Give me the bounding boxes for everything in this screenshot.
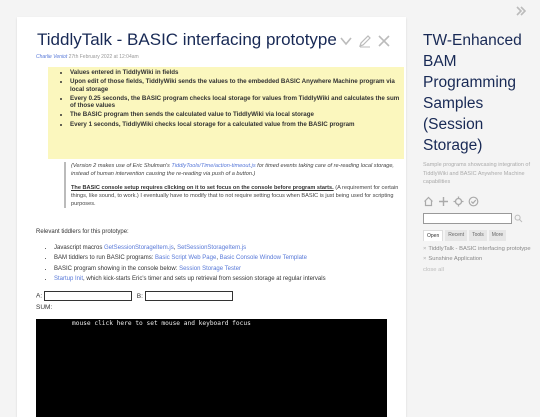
field-a-label: A:	[36, 292, 43, 300]
field-b-label: B:	[136, 292, 143, 300]
action-timeout-link[interactable]: TiddlyTools/Time/action-timeout.js	[171, 163, 255, 169]
tab-recent[interactable]: Recent	[445, 229, 468, 241]
get-session-storage-link[interactable]: GetSessionStorageItem.js	[104, 245, 174, 251]
tiddler-subtitle: Charlie Veniot 27th February 2022 at 12:…	[36, 54, 139, 60]
close-all-button[interactable]: close all	[423, 267, 533, 273]
tab-open[interactable]: Open	[423, 229, 444, 241]
startup-init-link[interactable]: Startup Init	[54, 276, 83, 282]
plus-icon[interactable]	[438, 196, 449, 207]
close-icon[interactable]	[377, 34, 391, 48]
basic-script-web-page-link[interactable]: Basic Script Web Page	[155, 255, 216, 261]
note-blockquote: (Version 2 makes use of Eric Shulman's T…	[64, 162, 406, 208]
home-icon[interactable]	[423, 196, 434, 207]
tab-tools[interactable]: Tools	[469, 229, 487, 241]
highlight-list: Values entered in TiddlyWiki in fields U…	[48, 67, 404, 128]
list-item: BAM tiddlers to run BASIC programs: Basi…	[54, 253, 326, 263]
close-icon[interactable]: ×	[423, 256, 426, 262]
tiddler-story: TiddlyTalk - BASIC interfacing prototype…	[17, 17, 406, 417]
set-session-storage-link[interactable]: SetSessionStorageItem.js	[177, 245, 246, 251]
field-a-input[interactable]	[43, 291, 132, 301]
value-fields: A: B:	[36, 291, 233, 301]
search-input[interactable]	[423, 212, 512, 224]
field-b-input[interactable]	[144, 291, 233, 301]
console-focus-prompt: mouse click here to set mouse and keyboa…	[72, 320, 251, 327]
tab-more[interactable]: More	[488, 229, 507, 241]
sidebar-tabs: Open Recent Tools More	[423, 229, 533, 241]
search-bar	[423, 212, 533, 224]
highlight-item: Upon edit of those fields, TiddlyWiki se…	[70, 78, 404, 93]
site-title: TW-Enhanced BAM Programming Samples (Ses…	[423, 32, 522, 154]
sidebar: TW-Enhanced BAM Programming Samples (Ses…	[423, 30, 533, 273]
tiddler-toolbar	[339, 34, 391, 48]
chevron-down-icon[interactable]	[339, 34, 353, 48]
close-icon[interactable]: ×	[423, 246, 426, 252]
sum-label: SUM:	[36, 304, 53, 311]
console-setup-note: The BASIC console setup requires clickin…	[71, 185, 399, 207]
version-note: (Version 2 makes use of Eric Shulman's T…	[71, 163, 394, 177]
highlight-item: Every 0.25 seconds, the BASIC program ch…	[70, 95, 404, 110]
basic-console-template-link[interactable]: Basic Console Window Template	[220, 255, 307, 261]
basic-console[interactable]: mouse click here to set mouse and keyboa…	[36, 319, 387, 417]
highlight-item: Every 1 seconds, TiddlyWiki checks local…	[70, 121, 404, 129]
gear-icon[interactable]	[453, 196, 464, 207]
relevant-list: Javascript macros GetSessionStorageItem.…	[38, 243, 326, 285]
open-tiddlers-list: × TiddlyTalk - BASIC interfacing prototyp…	[423, 246, 533, 273]
list-item: Startup Init, which kick-starts Eric's t…	[54, 274, 326, 284]
session-storage-tester-link[interactable]: Session Storage Tester	[179, 266, 241, 272]
tiddler-date: 27th February 2022 at 12:04am	[68, 54, 139, 60]
check-circle-icon[interactable]	[468, 196, 479, 207]
list-item: Javascript macros GetSessionStorageItem.…	[54, 243, 326, 253]
author-link[interactable]: Charlie Veniot	[36, 54, 67, 60]
highlight-item: Values entered in TiddlyWiki in fields	[70, 69, 404, 77]
list-item[interactable]: × Sunshine Application	[423, 256, 533, 264]
highlight-item: The BASIC program then sends the calcula…	[70, 111, 404, 119]
relevant-label: Relevant tiddlers for this prototype:	[36, 229, 129, 235]
tiddler-title: TiddlyTalk - BASIC interfacing prototype	[37, 30, 337, 49]
list-item: BASIC program showing in the console bel…	[54, 264, 326, 274]
chevron-double-right-icon[interactable]	[514, 4, 528, 18]
page-controls	[423, 196, 533, 207]
highlight-box: Values entered in TiddlyWiki in fields U…	[48, 67, 404, 159]
pencil-icon[interactable]	[358, 34, 372, 48]
list-item[interactable]: × TiddlyTalk - BASIC interfacing prototyp…	[423, 246, 533, 254]
site-subtitle: Sample programs showcasing integration o…	[423, 162, 531, 185]
search-icon[interactable]	[514, 214, 523, 223]
